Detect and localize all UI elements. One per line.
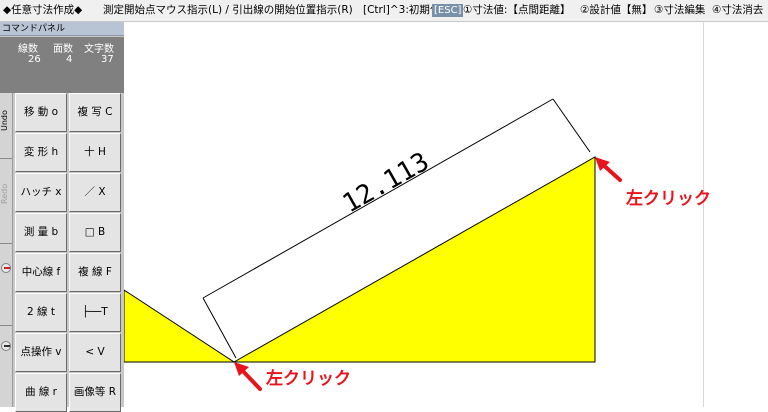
command-panel: コマンドパネル 線数 面数 文字数 26 4 37 Undo Redo 移 動 … — [0, 22, 124, 412]
redo-button[interactable]: Redo — [0, 178, 12, 210]
zoom-in-icon[interactable] — [1, 263, 11, 273]
annotation-left-click-top: 左クリック — [626, 189, 711, 209]
arrow-bottom-icon — [234, 362, 262, 391]
option-edit-dimension[interactable]: ③寸法編集 — [654, 0, 705, 21]
parallel-line-button[interactable]: 複 線 F — [69, 253, 121, 292]
side-strip: Undo Redo — [0, 93, 13, 407]
measure-button[interactable]: 測 量 b — [15, 213, 67, 252]
center-line-button[interactable]: 中心線 f — [15, 253, 67, 292]
side-divider — [0, 158, 12, 159]
side-divider — [0, 243, 12, 244]
zoom-out-bar — [4, 345, 10, 347]
esc-badge[interactable]: [ESC] — [432, 4, 464, 17]
hatch-button[interactable]: ハッチ x — [15, 173, 67, 212]
face-count-label: 面数 — [53, 44, 73, 55]
face-count-value: 4 — [66, 54, 73, 65]
canvas-right-border — [703, 22, 704, 407]
char-count-value: 37 — [101, 54, 114, 65]
undo-button[interactable]: Undo — [0, 103, 12, 139]
mode-label: ◆任意寸法作成◆ — [3, 4, 83, 16]
option-dimension-value[interactable]: ①寸法値:【点間距離】 — [463, 0, 570, 21]
cross-button[interactable]: 十 H — [69, 133, 121, 172]
dimension-button[interactable]: ├──T — [69, 293, 121, 332]
zoom-in-bar — [4, 267, 10, 269]
move-button[interactable]: 移 動 o — [15, 93, 67, 132]
zoom-out-icon[interactable] — [1, 341, 11, 351]
command-panel-title: コマンドパネル — [0, 22, 124, 36]
point-operation-button[interactable]: 点操作 v — [15, 333, 67, 372]
ctrl-hint: [Ctrl]^3:初期化 — [363, 4, 441, 16]
instruction-text: 測定開始点マウス指示(L) / 引出線の開始位置指示(R) — [103, 4, 353, 16]
counter-box: 線数 面数 文字数 26 4 37 — [0, 37, 124, 93]
copy-button[interactable]: 複 写 C — [69, 93, 121, 132]
rectangle-button[interactable]: □ B — [69, 213, 121, 252]
line-button[interactable]: ／ X — [69, 173, 121, 212]
status-bar: ◆任意寸法作成◆ 測定開始点マウス指示(L) / 引出線の開始位置指示(R) [… — [0, 0, 768, 22]
side-divider — [0, 325, 12, 326]
transform-button[interactable]: 変 形 h — [15, 133, 67, 172]
annotation-left-click-bottom: 左クリック — [266, 369, 351, 389]
arrow-top-icon — [595, 157, 622, 182]
dimension-value-text: 12.113 — [338, 147, 434, 219]
char-count-label: 文字数 — [84, 44, 114, 55]
double-line-button[interactable]: 2 線 t — [15, 293, 67, 332]
left-triangle-shape — [124, 289, 236, 363]
extension-line-right — [552, 98, 591, 153]
curve-button[interactable]: 曲 線 r — [15, 373, 67, 412]
drawing-canvas[interactable]: 12.113 — [124, 22, 768, 407]
angle-button[interactable]: < V — [69, 333, 121, 372]
image-button[interactable]: 画像等 R — [69, 373, 121, 412]
line-count-value: 26 — [28, 54, 41, 65]
option-erase-dimension[interactable]: ④寸法消去 — [712, 0, 763, 21]
option-design-value[interactable]: ②設計値【無】 — [580, 0, 652, 21]
line-count-label: 線数 — [18, 44, 38, 55]
right-triangle-shape — [232, 156, 596, 363]
